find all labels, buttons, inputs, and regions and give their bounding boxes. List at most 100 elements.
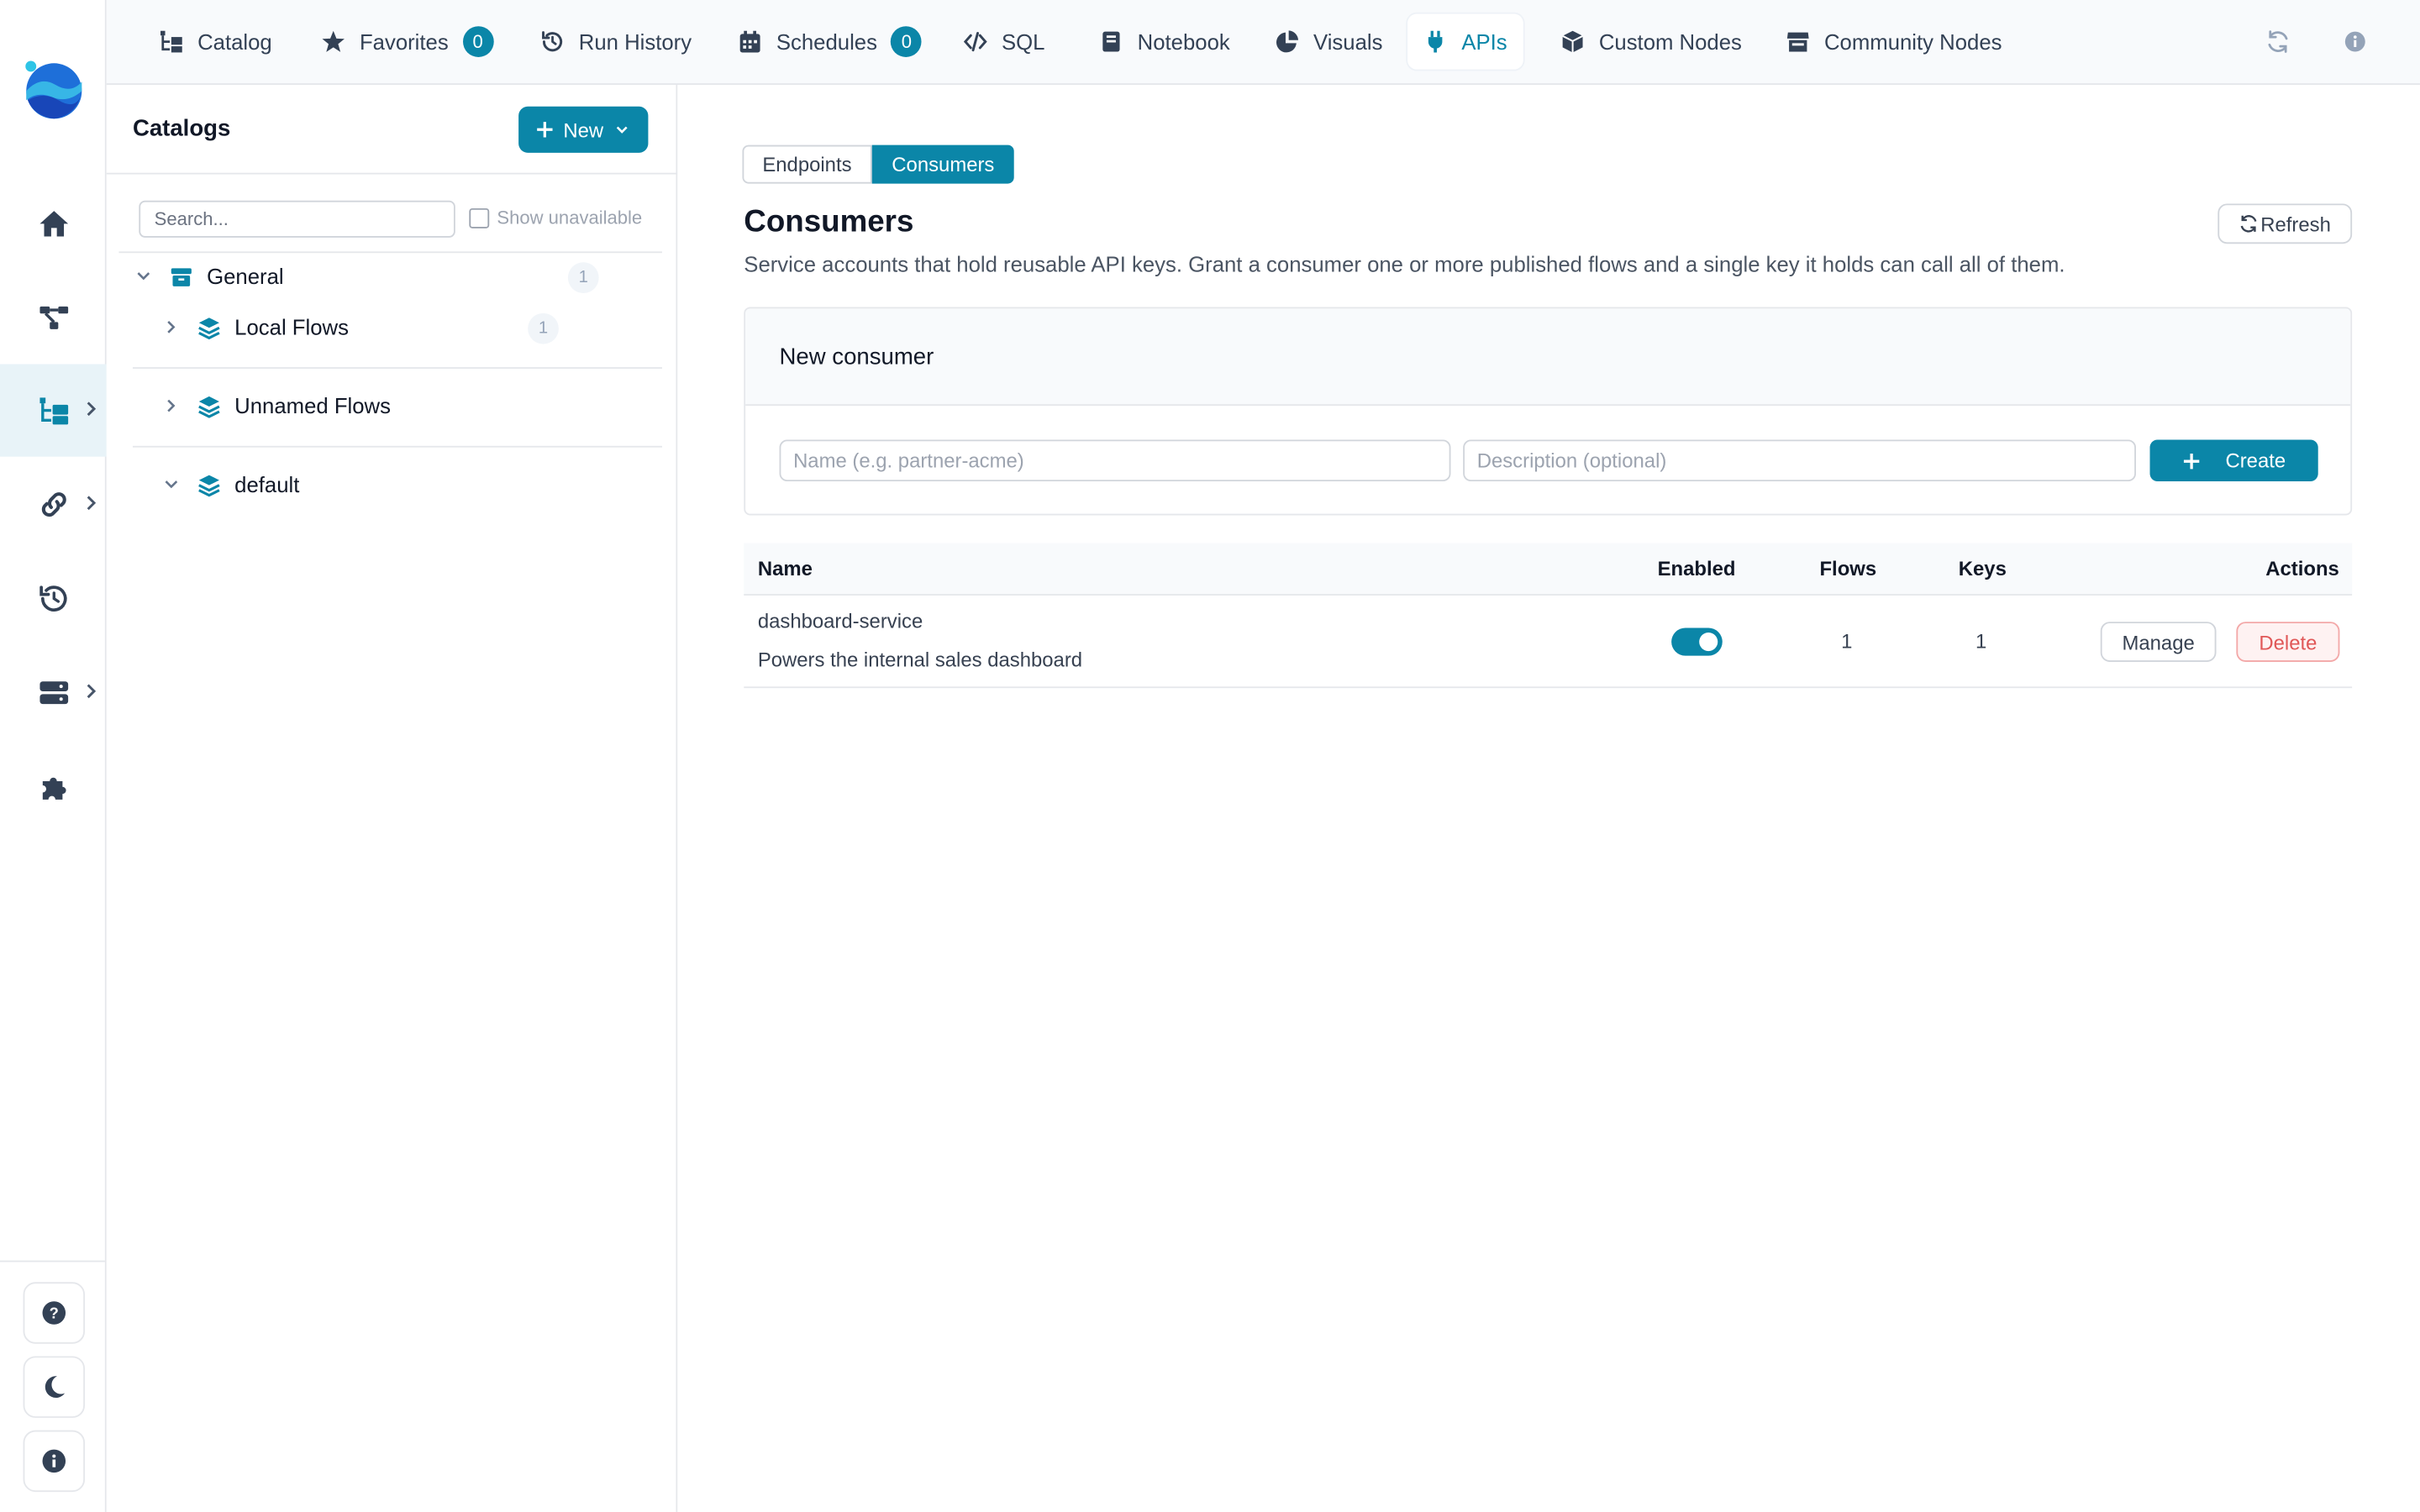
- server-icon: [39, 681, 68, 705]
- show-unavailable-toggle[interactable]: Show unavailable: [469, 207, 642, 228]
- divider: [106, 172, 678, 175]
- tree-item-label: Local Flows: [234, 314, 349, 340]
- new-button[interactable]: New: [518, 106, 649, 153]
- enabled-toggle[interactable]: [1671, 627, 1723, 656]
- chevron-down-icon: [165, 480, 178, 489]
- new-consumer-title: New consumer: [745, 308, 2351, 407]
- tab-schedules[interactable]: Schedules 0: [723, 14, 938, 70]
- column-name: Name: [757, 557, 813, 580]
- rail-catalog[interactable]: [0, 364, 107, 457]
- theme-toggle-button[interactable]: [23, 1356, 86, 1418]
- consumer-description-input[interactable]: Description (optional): [1463, 439, 2136, 482]
- tab-label: Favorites: [359, 29, 449, 55]
- rail-home[interactable]: [0, 177, 107, 270]
- archive-icon: [171, 267, 192, 286]
- show-unavailable-checkbox[interactable]: [469, 207, 490, 228]
- column-enabled: Enabled: [1657, 557, 1736, 580]
- history-icon: [542, 31, 563, 52]
- history-icon: [39, 585, 66, 612]
- refresh-button[interactable]: Refresh: [2217, 203, 2353, 244]
- rail-plugins[interactable]: [0, 741, 107, 833]
- chevron-right-icon: [87, 684, 97, 699]
- info-button[interactable]: [23, 1430, 86, 1493]
- left-rail: ?: [0, 0, 107, 1512]
- catalog-icon: [160, 30, 182, 53]
- tab-label: Schedules: [776, 29, 877, 55]
- tab-label: Custom Nodes: [1598, 29, 1742, 55]
- chevron-right-icon: [167, 399, 176, 412]
- column-keys: Keys: [1958, 557, 2007, 580]
- moon-icon: [45, 1376, 66, 1398]
- tab-notebook[interactable]: Notebook: [1083, 14, 1245, 70]
- chevron-right-icon: [87, 496, 97, 511]
- calendar-icon: [739, 30, 760, 53]
- local-flows-count-badge: 1: [528, 312, 559, 344]
- new-button-label: New: [563, 118, 604, 142]
- view-switcher: Endpoints Consumers: [742, 144, 1015, 184]
- help-button[interactable]: ?: [23, 1282, 86, 1344]
- tab-apis[interactable]: APIs: [1407, 13, 1523, 70]
- create-label: Create: [2225, 449, 2286, 473]
- schedules-count-badge: 0: [891, 26, 923, 57]
- consumer-name-input[interactable]: Name (e.g. partner-acme): [779, 439, 1451, 482]
- delete-button[interactable]: Delete: [2236, 622, 2340, 662]
- tree-item-default[interactable]: default: [164, 472, 300, 497]
- catalog-search-input[interactable]: Search...: [139, 200, 455, 238]
- plug-icon: [1428, 30, 1443, 53]
- plus-icon: [537, 122, 553, 138]
- cube-icon: [1562, 30, 1583, 53]
- star-icon: [322, 30, 345, 52]
- tab-label: Notebook: [1137, 29, 1230, 55]
- rail-connections[interactable]: [0, 458, 107, 550]
- tab-favorites[interactable]: Favorites 0: [306, 14, 509, 70]
- sync-icon[interactable]: [2265, 29, 2290, 54]
- keys-count: 1: [1975, 629, 1987, 653]
- pie-chart-icon: [1276, 30, 1299, 53]
- app-logo[interactable]: [22, 57, 83, 119]
- page-description: Service accounts that hold reusable API …: [744, 251, 2065, 276]
- rail-history[interactable]: [0, 553, 107, 645]
- tab-run-history[interactable]: Run History: [524, 14, 707, 70]
- home-icon: [39, 211, 68, 237]
- info-icon[interactable]: [2343, 29, 2367, 54]
- svg-text:?: ?: [50, 1304, 59, 1321]
- catalog-tree-icon: [39, 397, 68, 425]
- refresh-icon: [2240, 215, 2257, 233]
- link-icon: [40, 492, 66, 517]
- tab-label: Visuals: [1313, 29, 1383, 55]
- tree-item-unnamed-flows[interactable]: Unnamed Flows: [164, 393, 391, 418]
- manage-button[interactable]: Manage: [2100, 622, 2217, 662]
- tab-sql[interactable]: SQL: [948, 14, 1060, 70]
- create-button[interactable]: Create: [2149, 439, 2318, 482]
- rail-servers[interactable]: [0, 647, 107, 739]
- puzzle-icon: [41, 777, 66, 800]
- segment-consumers[interactable]: Consumers: [871, 144, 1015, 184]
- chevron-down-icon: [137, 272, 150, 281]
- chevron-down-icon: [616, 126, 628, 134]
- tab-label: APIs: [1461, 29, 1507, 55]
- top-nav: Catalog Favorites 0 Run History Schedule…: [106, 0, 2420, 86]
- tab-custom-nodes[interactable]: Custom Nodes: [1545, 14, 1758, 70]
- tree-item-label: default: [234, 472, 300, 497]
- segment-endpoints[interactable]: Endpoints: [742, 144, 872, 184]
- tree-item-local-flows[interactable]: Local Flows: [164, 315, 349, 339]
- column-flows: Flows: [1819, 557, 1877, 580]
- tab-label: SQL: [1002, 29, 1045, 55]
- tree-item-general[interactable]: General: [136, 264, 284, 288]
- page-title: Consumers: [744, 205, 914, 239]
- column-actions: Actions: [2265, 557, 2339, 580]
- new-consumer-card: New consumer Name (e.g. partner-acme) De…: [744, 307, 2353, 516]
- tab-label: Run History: [578, 29, 692, 55]
- show-unavailable-label: Show unavailable: [497, 207, 643, 228]
- tree-item-label: General: [207, 264, 284, 289]
- tab-visuals[interactable]: Visuals: [1260, 14, 1398, 70]
- info-icon: [42, 1449, 66, 1473]
- tab-community-nodes[interactable]: Community Nodes: [1770, 14, 2018, 70]
- rail-flow-graph[interactable]: [0, 271, 107, 364]
- flow-graph-icon: [39, 306, 68, 329]
- refresh-label: Refresh: [2260, 212, 2331, 236]
- help-icon: ?: [42, 1301, 66, 1325]
- flows-count: 1: [1841, 629, 1853, 653]
- general-count-badge: 1: [567, 262, 599, 293]
- tab-catalog[interactable]: Catalog: [144, 14, 287, 70]
